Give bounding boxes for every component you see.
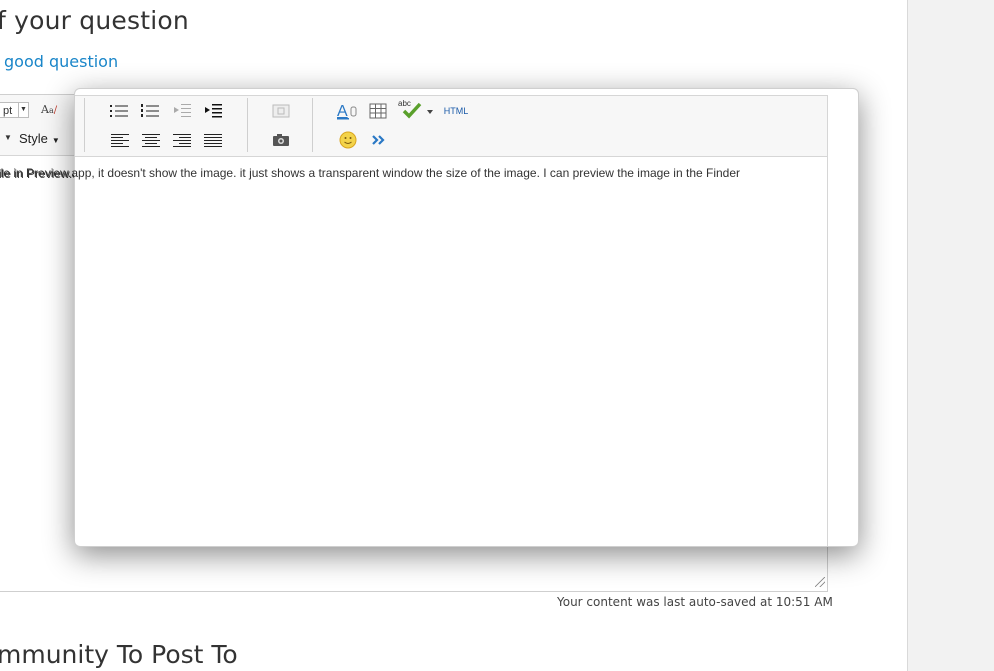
spellcheck-icon[interactable]: abc [398,99,434,119]
text-color-icon[interactable]: A [336,101,358,121]
section-heading-community: mmunity To Post To [0,640,238,669]
autosave-status: Your content was last auto-saved at 10:5… [557,595,833,609]
svg-text:abc: abc [398,99,411,108]
align-right-icon[interactable] [171,130,193,150]
numbered-list-icon[interactable] [139,101,161,121]
font-dropdown-arrow-icon[interactable]: ▼ [4,133,12,142]
style-label: Style [19,131,48,146]
good-question-link[interactable]: good question [4,52,118,71]
toolbar-divider [84,98,85,152]
font-size-select[interactable]: pt ▼ [0,102,29,118]
more-options-icon[interactable] [368,130,390,150]
insert-photo-icon[interactable] [270,130,292,150]
resize-handle-icon[interactable] [815,577,825,587]
editor-body-text[interactable]: ile in Preview.app, it doesn't show the … [0,166,740,180]
popup-editor: A abc HTML [75,95,828,546]
toolbar-divider [247,98,248,152]
align-justify-icon[interactable] [202,130,224,150]
align-left-icon[interactable] [109,130,131,150]
indent-icon[interactable] [202,101,224,121]
style-dropdown[interactable]: Style ▼ [19,131,60,146]
format-painter-icon[interactable]: Aa/ [41,103,57,116]
outdent-icon[interactable] [171,101,193,121]
chevron-down-icon: ▼ [51,136,60,145]
popup-editor-toolbar: A abc HTML [75,95,827,157]
section-heading-question: f your question [0,6,189,35]
toolbar-divider [312,98,313,152]
insert-image-icon[interactable] [270,101,292,121]
html-button-label: HTML [443,106,469,116]
table-icon[interactable] [367,101,389,121]
bullet-list-icon[interactable] [108,101,130,121]
right-sidebar [907,0,994,671]
svg-text:A: A [337,103,348,120]
popup-editor-window: A abc HTML [74,88,859,547]
font-size-value: pt [3,105,13,117]
align-center-icon[interactable] [140,130,162,150]
emoticon-icon[interactable] [337,130,359,150]
html-button[interactable]: HTML [441,101,471,121]
chevron-down-icon: ▼ [18,103,28,117]
